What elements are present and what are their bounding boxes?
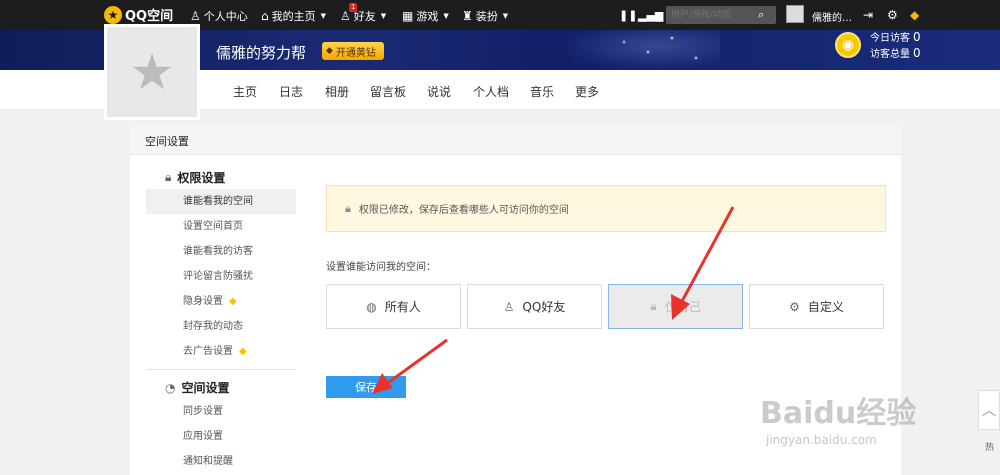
decorate-link[interactable]: ♜ 装扮 ▼ [462, 8, 508, 24]
sidebar-item-visitors[interactable]: 谁能看我的访客 [146, 239, 296, 264]
panel-title: 空间设置 [145, 135, 189, 148]
tab-guestbook[interactable]: 留言板 [370, 83, 406, 100]
hot-label: 热 [985, 443, 995, 453]
sidebar-item-ads[interactable]: 去广告设置 ◆ [146, 339, 296, 364]
sidebar-item-anti-harassment[interactable]: 评论留言防骚扰 [146, 264, 296, 289]
visitor-stats: 今日访客 0 访客总量 0 [870, 30, 921, 62]
eye-icon: ◉ [835, 32, 861, 58]
notice-banner: 🔒︎ 权限已修改，保存后查看哪些人可访问你的空间 [326, 185, 886, 232]
option-custom[interactable]: ⚙ 自定义 [749, 284, 884, 329]
sidebar-item-apps[interactable]: 应用设置 [146, 424, 296, 449]
search-box: ⌕ [666, 6, 776, 24]
sidebar-item-label: 隐身设置 [183, 296, 223, 307]
diamond-icon: ◆ [229, 296, 237, 307]
panel-header: 空间设置 [130, 126, 901, 155]
friends-link[interactable]: ♙ 1 好友 ▼ [340, 3, 387, 24]
tab-home[interactable]: 主页 [233, 83, 257, 100]
chevron-down-icon: ▼ [380, 12, 387, 20]
sidebar-item-who-can-view[interactable]: 谁能看我的空间 [146, 189, 296, 214]
gear-icon: ⚙ [789, 299, 800, 314]
access-prompt: 设置谁能访问我的空间： [326, 262, 436, 273]
games-label: 游戏 [416, 10, 439, 23]
chevron-up-icon: ︿ [982, 403, 996, 419]
sidebar-item-homepage[interactable]: 设置空间首页 [146, 214, 296, 239]
lock-icon: 🔒︎ [165, 170, 172, 184]
friends-icon: ♙ [503, 299, 515, 314]
option-label: QQ好友 [522, 300, 566, 314]
default-avatar-icon: ★ [129, 43, 175, 101]
pause-icon[interactable]: ❚❚ [619, 9, 637, 22]
option-label: 仅自己 [664, 300, 701, 314]
sidebar-item-invisible[interactable]: 隐身设置 ◆ [146, 289, 296, 314]
group-title: 权限设置 [177, 171, 226, 185]
tab-music[interactable]: 音乐 [530, 83, 554, 100]
sidebar-item-sync[interactable]: 同步设置 [146, 399, 296, 424]
total-visitors-count[interactable]: 0 [913, 46, 921, 60]
my-home-link[interactable]: ⌂ 我的主页 ▼ [261, 8, 326, 24]
sidebar-item-label: 去广告设置 [183, 346, 233, 357]
back-to-top-button[interactable]: ︿ [978, 390, 1000, 430]
games-link[interactable]: ▦ 游戏 ▼ [402, 8, 449, 24]
tab-album[interactable]: 相册 [325, 83, 349, 100]
personal-center-label: 个人中心 [203, 10, 248, 23]
lock-icon: 🔒︎ [345, 201, 351, 215]
globe-icon: ◍ [366, 299, 377, 314]
personal-center-link[interactable]: ♙ 个人中心 [190, 8, 248, 24]
sidebar-item-archive[interactable]: 封存我的动态 [146, 314, 296, 339]
diamond-icon: ◆ [239, 346, 247, 357]
chevron-down-icon: ▼ [320, 12, 327, 20]
group-space-settings: ◔ 空间设置 [165, 379, 230, 396]
search-input[interactable] [666, 10, 754, 20]
decorate-label: 装扮 [475, 10, 498, 23]
signal-bars-icon[interactable]: ▂▄▆ [638, 9, 663, 22]
logout-icon[interactable]: ⇥ [863, 8, 873, 22]
option-qq-friends[interactable]: ♙ QQ好友 [467, 284, 602, 329]
option-only-me[interactable]: 🔒︎ 仅自己 [608, 284, 743, 329]
friends-label: 好友 [353, 10, 376, 23]
group-title: 空间设置 [181, 381, 230, 395]
sidebar-divider [146, 369, 296, 370]
space-icon: ◔ [165, 380, 176, 395]
save-button[interactable]: 保存 [326, 376, 406, 398]
group-permission-settings: 🔒︎ 权限设置 [165, 169, 225, 186]
option-label: 自定义 [807, 300, 844, 314]
option-label: 所有人 [384, 300, 421, 314]
search-icon[interactable]: ⌕ [758, 8, 764, 22]
avatar[interactable] [786, 5, 804, 23]
tab-blog[interactable]: 日志 [279, 83, 303, 100]
today-visitors-count[interactable]: 0 [913, 30, 921, 44]
user-icon: ♙ [190, 9, 201, 23]
option-everyone[interactable]: ◍ 所有人 [326, 284, 461, 329]
username[interactable]: 儒雅的… [812, 9, 852, 24]
logo-text: QQ空间 [125, 9, 174, 24]
gear-icon[interactable]: ⚙ [887, 8, 898, 22]
profile-avatar[interactable]: ★ [104, 24, 200, 120]
chevron-down-icon: ▼ [443, 12, 449, 20]
tab-profile[interactable]: 个人档 [473, 83, 509, 100]
notice-text: 权限已修改，保存后查看哪些人可访问你的空间 [358, 205, 569, 216]
star-icon: ★ [104, 5, 122, 24]
watermark-brand: Baidu经验 [760, 396, 917, 431]
vip-button[interactable]: ◆ 开通黄钻 [322, 42, 384, 60]
home-icon: ⌂ [261, 9, 269, 23]
vip-button-label: 开通黄钻 [335, 47, 376, 59]
watermark-url: jingyan.baidu.com [766, 433, 877, 447]
today-visitors-label: 今日访客 [870, 33, 910, 44]
site-name: 儒雅的努力帮 [216, 44, 307, 62]
shirt-icon: ♜ [462, 9, 473, 23]
qzone-logo[interactable]: ★ QQ空间 [104, 5, 173, 24]
grid-icon: ▦ [402, 9, 414, 23]
diamond-icon: ◆ [326, 46, 333, 56]
tab-moments[interactable]: 说说 [427, 83, 451, 100]
total-visitors-label: 访客总量 [870, 49, 910, 60]
my-home-label: 我的主页 [271, 10, 316, 23]
diamond-icon[interactable]: ◆ [910, 8, 919, 22]
chevron-down-icon: ▼ [502, 12, 509, 20]
friends-badge: 1 [349, 3, 358, 12]
tab-more[interactable]: 更多 [575, 83, 599, 100]
banner-sparkle [560, 30, 720, 70]
sidebar-item-notifications[interactable]: 通知和提醒 [146, 449, 296, 474]
lock-icon: 🔒︎ [650, 299, 657, 313]
